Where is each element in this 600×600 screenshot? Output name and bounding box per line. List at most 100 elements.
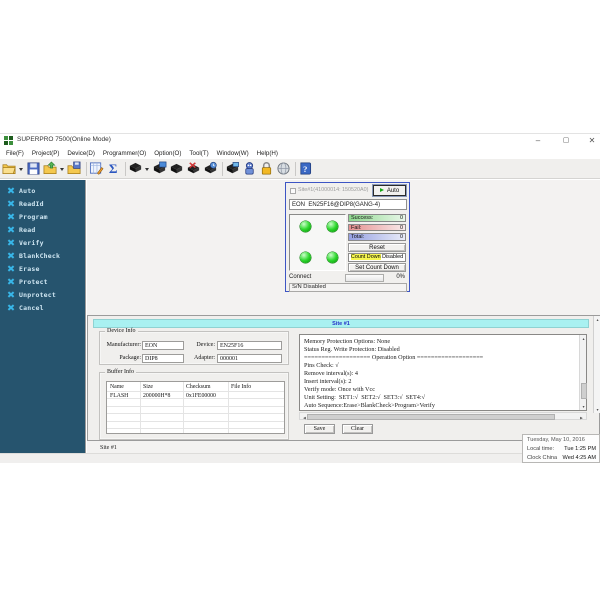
site-detail-window: Site #1 ▲ ▼ Device Info Manufacturer: EO… (87, 315, 600, 441)
window-title: SUPERPRO 7500(Online Mode) (17, 136, 111, 143)
menu-device[interactable]: Device(D) (67, 150, 95, 157)
run-auto-icon[interactable] (169, 161, 184, 176)
device-info-icon[interactable] (152, 161, 167, 176)
led-status-box (289, 214, 346, 271)
menu-project[interactable]: Project(P) (32, 150, 60, 157)
clock-panel: Tuesday, May 10, 2016 Local time:Tue 1:2… (522, 434, 600, 463)
scrollbar-thumb[interactable] (307, 414, 555, 420)
edit-auto-icon[interactable] (186, 161, 201, 176)
sidebar-item-protect[interactable]: Protect (0, 275, 85, 288)
sidebar-item-erase[interactable]: Erase (0, 262, 85, 275)
security-icon[interactable] (259, 161, 274, 176)
adapter-label: Adapter: (180, 355, 215, 361)
command-icon (7, 278, 14, 285)
checksum-icon[interactable]: Σ (106, 161, 121, 176)
sidebar-item-readid[interactable]: ReadId (0, 197, 85, 210)
led-indicator (300, 252, 311, 263)
package-field: DIP8 (142, 354, 184, 363)
client-area: Site#1(41000014: 150520A0) Auto EON EN25… (87, 180, 600, 453)
main-area: Auto ReadId Program Read Verify BlankChe… (0, 180, 600, 453)
command-icon (7, 304, 14, 311)
serial-number-status: S/N Disabled (289, 283, 407, 292)
scroll-down-icon[interactable]: ▼ (595, 407, 600, 411)
buffer-row-size[interactable]: 200000H*8 (143, 393, 170, 399)
buffer-info-title: Buffer Info (105, 369, 136, 375)
connect-label: Connect (289, 274, 311, 280)
sidebar-item-blankcheck[interactable]: BlankCheck (0, 249, 85, 262)
command-icon (7, 239, 14, 246)
maximize-button[interactable]: ▢ (555, 134, 577, 147)
production-mode-icon[interactable] (203, 161, 218, 176)
connect-programmer-icon[interactable] (242, 161, 257, 176)
buffer-info-group: Buffer Info Name Size Checksum (99, 372, 289, 440)
open-file-icon[interactable] (2, 161, 17, 176)
minimize-button[interactable]: – (527, 134, 549, 147)
reset-button[interactable]: Reset (348, 243, 406, 252)
led-indicator (327, 221, 338, 232)
svg-text:Σ: Σ (109, 161, 118, 176)
save-button[interactable]: Save (304, 424, 335, 434)
sidebar-item-auto[interactable]: Auto (0, 184, 85, 197)
command-icon (7, 265, 14, 272)
window-vertical-scrollbar[interactable]: ▲ ▼ (593, 316, 600, 413)
clock-date: Tuesday, May 10, 2016 (527, 437, 596, 443)
save-file-icon[interactable] (26, 161, 41, 176)
sidebar-item-unprotect[interactable]: Unprotect (0, 288, 85, 301)
status-site-label: Site #1 (100, 445, 117, 451)
load-project-dropdown-icon[interactable] (60, 161, 65, 176)
menu-option[interactable]: Option(O) (154, 150, 181, 157)
site-window-title[interactable]: Site #1 (93, 319, 589, 328)
sidebar-item-program[interactable]: Program (0, 210, 85, 223)
world-clock-icon[interactable] (276, 161, 291, 176)
countdown-status: Count Down Disabled (348, 253, 406, 262)
scroll-right-icon[interactable]: ▶ (579, 415, 585, 419)
col-header-size: Size (143, 384, 153, 390)
col-header-fileinfo: File Info (231, 384, 251, 390)
app-icon (4, 136, 13, 145)
chip-operation-icon[interactable] (225, 161, 240, 176)
menu-file[interactable]: File(F) (6, 150, 24, 157)
menu-help[interactable]: Help(H) (257, 150, 278, 157)
menu-tool[interactable]: Tool(T) (189, 150, 208, 157)
save-project-icon[interactable] (67, 161, 82, 176)
command-icon (7, 200, 14, 207)
site-checkbox[interactable] (290, 188, 296, 194)
adapter-field: 000001 (217, 354, 282, 363)
command-icon (7, 187, 14, 194)
total-counter: Total:0 (348, 233, 406, 241)
site-control-panel: Site#1(41000014: 150520A0) Auto EON EN25… (285, 182, 410, 292)
info-vertical-scrollbar[interactable]: ▲ ▼ (579, 335, 586, 410)
sidebar-item-read[interactable]: Read (0, 223, 85, 236)
select-device-dropdown-icon[interactable] (145, 161, 150, 176)
buffer-row-checksum[interactable]: 0x1FE00000 (186, 393, 216, 399)
connect-progressbar (345, 274, 384, 282)
svg-text:?: ? (303, 164, 307, 174)
sidebar: Auto ReadId Program Read Verify BlankChe… (0, 180, 86, 453)
edit-buffer-icon[interactable] (89, 161, 104, 176)
device-label: Device: (180, 342, 215, 348)
scrollbar-thumb[interactable] (581, 383, 587, 399)
scroll-up-icon[interactable]: ▲ (581, 336, 587, 340)
set-countdown-button[interactable]: Set Count Down (348, 263, 406, 272)
auto-button[interactable]: Auto (373, 185, 406, 196)
menu-window[interactable]: Window(W) (217, 150, 249, 157)
manufacturer-field: EON (142, 341, 184, 350)
info-horizontal-scrollbar[interactable]: ◀ ▶ (299, 412, 587, 420)
load-project-icon[interactable] (43, 161, 58, 176)
buffer-table: Name Size Checksum File Info FLASH 20000… (106, 381, 285, 434)
scroll-down-icon[interactable]: ▼ (581, 404, 587, 408)
col-header-checksum: Checksum (186, 384, 210, 390)
select-device-icon[interactable] (128, 161, 143, 176)
open-file-dropdown-icon[interactable] (19, 161, 24, 176)
sidebar-item-verify[interactable]: Verify (0, 236, 85, 249)
scroll-up-icon[interactable]: ▲ (595, 317, 600, 321)
menu-programmer[interactable]: Programmer(O) (103, 150, 146, 157)
manufacturer-label: Manufacturer: (102, 342, 141, 348)
sidebar-item-cancel[interactable]: Cancel (0, 301, 85, 314)
help-icon[interactable]: ? (298, 161, 313, 176)
success-counter: Success:0 (348, 214, 406, 222)
buffer-row-name[interactable]: FLASH (110, 393, 128, 399)
clear-button[interactable]: Clear (342, 424, 373, 434)
close-button[interactable]: ✕ (581, 134, 600, 147)
command-icon (7, 252, 14, 259)
